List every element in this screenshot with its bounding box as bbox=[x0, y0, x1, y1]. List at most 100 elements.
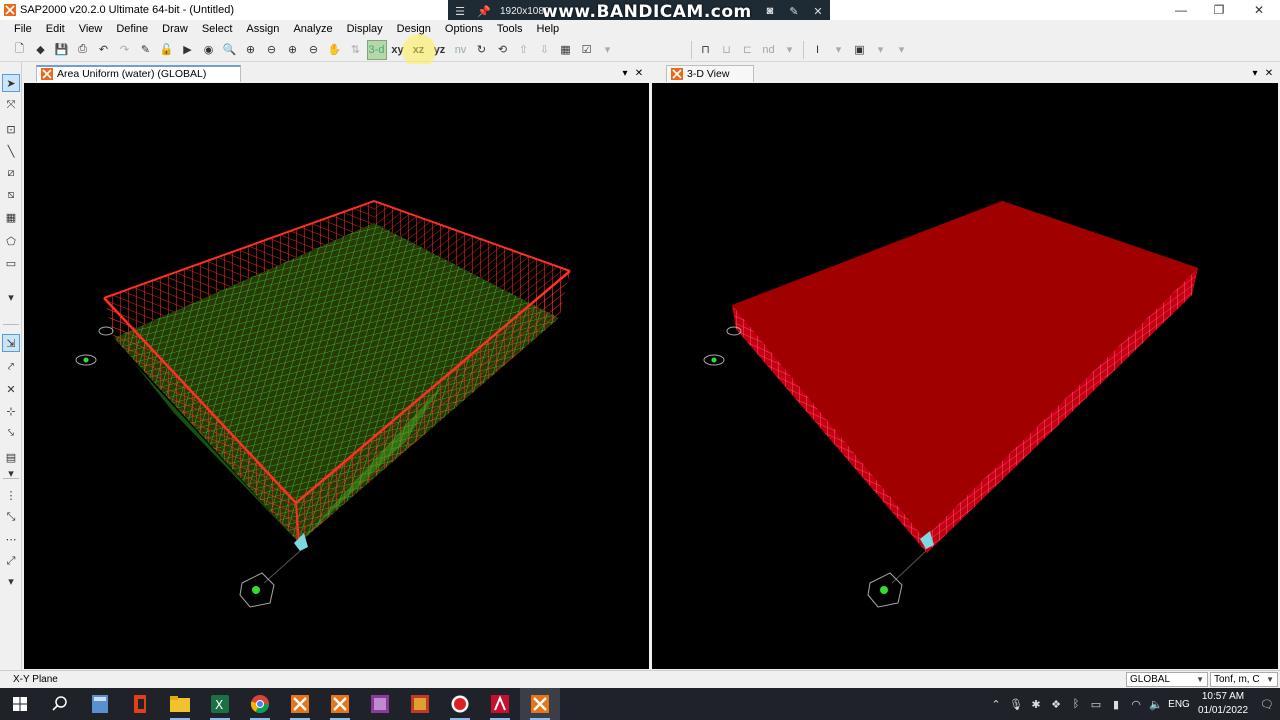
run-icon[interactable]: ▶ bbox=[178, 40, 198, 60]
menu-draw[interactable]: Draw bbox=[155, 23, 195, 35]
view-nv-button[interactable]: nv bbox=[451, 40, 471, 60]
office-icon[interactable] bbox=[120, 688, 160, 720]
draw-poly-area-icon[interactable]: ⬠ bbox=[2, 232, 20, 250]
dropdown-icon[interactable]: ▾ bbox=[2, 572, 20, 590]
close-icon[interactable]: ✕ bbox=[806, 5, 830, 18]
perspective-icon[interactable]: ⟲ bbox=[493, 40, 513, 60]
undo-icon[interactable]: ↶ bbox=[94, 40, 114, 60]
panel-close-icon[interactable]: ✕ bbox=[1262, 64, 1276, 82]
rotate-icon[interactable]: ↻ bbox=[472, 40, 492, 60]
intersect-select-icon[interactable]: ⤢ bbox=[2, 552, 20, 570]
zoom-extents-icon[interactable]: ⊕ bbox=[283, 40, 303, 60]
dropdown-icon[interactable]: ▾ bbox=[892, 40, 912, 60]
pencil-icon[interactable]: ✎ bbox=[782, 5, 806, 18]
display-icon[interactable]: ▭ bbox=[1086, 698, 1106, 711]
new-icon[interactable]: 🗋 bbox=[10, 40, 30, 60]
check-icon[interactable]: ☑ bbox=[577, 40, 597, 60]
menu-file[interactable]: File bbox=[7, 23, 39, 35]
zoom-in-icon[interactable]: ⊕ bbox=[241, 40, 261, 60]
animate-icon[interactable]: ◉ bbox=[199, 40, 219, 60]
clock[interactable]: 10:57 AM 01/01/2022 bbox=[1192, 690, 1254, 718]
area-icon[interactable]: ▣ bbox=[850, 40, 870, 60]
camera-icon[interactable]: ◙ bbox=[758, 5, 782, 17]
record-icon[interactable] bbox=[440, 688, 480, 720]
draw-area-icon[interactable]: ▦ bbox=[2, 208, 20, 226]
search-icon[interactable] bbox=[40, 688, 80, 720]
units-select[interactable]: Tonf, m, C ▼ bbox=[1210, 672, 1278, 687]
pin-icon[interactable]: 📌 bbox=[472, 5, 496, 18]
chrome-icon[interactable] bbox=[240, 688, 280, 720]
right-viewport[interactable] bbox=[652, 83, 1278, 669]
open-icon[interactable]: ◆ bbox=[31, 40, 51, 60]
menu-edit[interactable]: Edit bbox=[39, 23, 72, 35]
battery-icon[interactable]: ▮ bbox=[1106, 698, 1126, 711]
zoom-window-icon[interactable]: 🔍 bbox=[220, 40, 240, 60]
panel-close-icon[interactable]: ✕ bbox=[632, 64, 646, 82]
file-explorer-icon[interactable] bbox=[160, 688, 200, 720]
object-shrink-icon[interactable]: ▦ bbox=[556, 40, 576, 60]
select-pointer-icon[interactable]: ⤤ bbox=[2, 358, 20, 376]
menu-options[interactable]: Options bbox=[438, 23, 490, 35]
winrar-icon[interactable] bbox=[360, 688, 400, 720]
clear-select-icon[interactable]: ⋯ bbox=[2, 530, 20, 548]
menu-help[interactable]: Help bbox=[530, 23, 567, 35]
menu-tools[interactable]: Tools bbox=[490, 23, 530, 35]
draw-brace-icon[interactable]: ⧅ bbox=[2, 186, 20, 204]
dropbox-icon[interactable]: ❖ bbox=[1046, 698, 1066, 711]
previous-select-icon[interactable]: ⤡ bbox=[2, 508, 20, 526]
menu-define[interactable]: Define bbox=[109, 23, 155, 35]
refresh-icon[interactable]: ✎ bbox=[136, 40, 156, 60]
draw-frame-icon[interactable]: ╲ bbox=[2, 142, 20, 160]
draw-joint-icon[interactable]: ⊡ bbox=[2, 120, 20, 138]
tab-area-uniform[interactable]: Area Uniform (water) (GLOBAL) bbox=[36, 64, 242, 82]
draw-brace-icon[interactable]: ⊏ bbox=[738, 40, 758, 60]
snap-icon[interactable]: ⊹ bbox=[2, 402, 20, 420]
draw-frame-icon[interactable]: ⊔ bbox=[717, 40, 737, 60]
sap2000-icon[interactable] bbox=[280, 688, 320, 720]
menu-assign[interactable]: Assign bbox=[239, 23, 286, 35]
save-icon[interactable]: 💾 bbox=[52, 40, 72, 60]
tab-3d-view[interactable]: 3-D View bbox=[666, 64, 755, 82]
sap2000-app-icon[interactable] bbox=[4, 4, 16, 16]
chevron-up-icon[interactable]: ⌃ bbox=[986, 698, 1006, 711]
menu-icon[interactable]: ☰ bbox=[448, 5, 472, 18]
frame-icon[interactable]: ⊓ bbox=[696, 40, 716, 60]
zoom-out-icon[interactable]: ⊖ bbox=[262, 40, 282, 60]
down-icon[interactable]: ⇩ bbox=[535, 40, 555, 60]
dropdown-icon[interactable]: ▾ bbox=[829, 40, 849, 60]
coord-system-select[interactable]: GLOBAL ▼ bbox=[1126, 672, 1208, 687]
left-viewport[interactable] bbox=[24, 83, 649, 669]
redo-icon[interactable]: ↷ bbox=[115, 40, 135, 60]
print-icon[interactable]: ⎙ bbox=[73, 40, 93, 60]
reshape-icon[interactable]: ⤧ bbox=[2, 96, 20, 114]
close-window-button[interactable]: ✕ bbox=[1240, 0, 1278, 20]
panel-menu-icon[interactable]: ▾ bbox=[1248, 64, 1262, 82]
pan-icon[interactable]: ✋ bbox=[325, 40, 345, 60]
winrar-icon[interactable] bbox=[400, 688, 440, 720]
all-select-icon[interactable]: ⋮ bbox=[2, 486, 20, 504]
menu-design[interactable]: Design bbox=[390, 23, 438, 35]
pointer-icon[interactable]: ➤ bbox=[2, 74, 20, 92]
dropdown-icon[interactable]: ▾ bbox=[871, 40, 891, 60]
intersect-line-icon[interactable]: ✕ bbox=[2, 380, 20, 398]
volume-icon[interactable]: 🔈 bbox=[1146, 698, 1166, 711]
wifi-icon[interactable]: ◠ bbox=[1126, 698, 1146, 711]
calculator-icon[interactable] bbox=[80, 688, 120, 720]
microphone-icon[interactable]: 🎙 bbox=[1006, 698, 1026, 711]
view-nd-button[interactable]: nd bbox=[759, 40, 779, 60]
draw-rect-area-icon[interactable]: ▭ bbox=[2, 254, 20, 272]
language-indicator[interactable]: ENG bbox=[1166, 699, 1192, 710]
notification-icon[interactable]: 🗨 bbox=[1254, 698, 1280, 711]
bluetooth-icon[interactable]: ᛒ bbox=[1066, 698, 1086, 710]
menu-select[interactable]: Select bbox=[195, 23, 240, 35]
sap2000-icon[interactable] bbox=[320, 688, 360, 720]
section-icon[interactable]: I bbox=[808, 40, 828, 60]
excel-icon[interactable]: X bbox=[200, 688, 240, 720]
select-all-icon[interactable]: ⇲ bbox=[2, 334, 20, 352]
dropdown-icon[interactable]: ▾ bbox=[2, 464, 20, 482]
autocad-icon[interactable] bbox=[480, 688, 520, 720]
app-tray-icon[interactable]: ✱ bbox=[1026, 698, 1046, 711]
sap2000-icon[interactable] bbox=[520, 688, 560, 720]
dropdown-icon[interactable]: ▾ bbox=[598, 40, 618, 60]
menu-view[interactable]: View bbox=[72, 23, 110, 35]
